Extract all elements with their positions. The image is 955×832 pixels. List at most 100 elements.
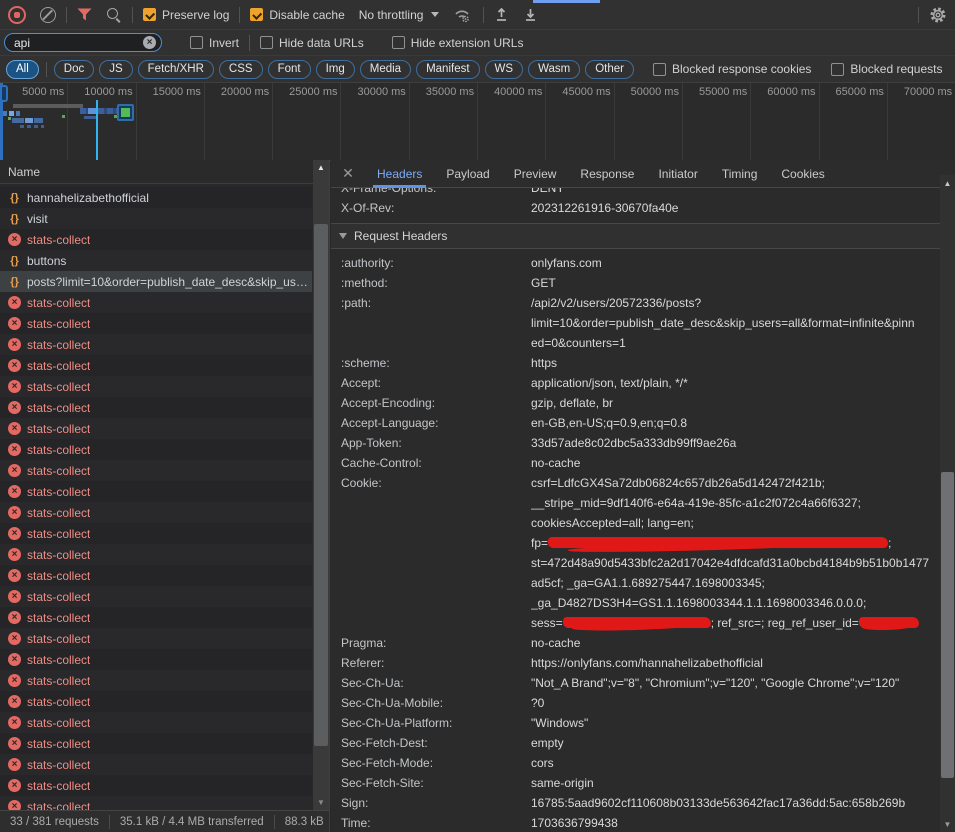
overview-timeline[interactable]: 5000 ms10000 ms15000 ms20000 ms25000 ms3…	[0, 83, 955, 161]
timeline-tick: 65000 ms	[820, 83, 888, 160]
type-filter-img[interactable]: Img	[316, 60, 355, 79]
request-row[interactable]: ×stats-collect	[0, 334, 312, 355]
settings-gear-icon[interactable]	[929, 6, 947, 24]
request-row[interactable]: ×stats-collect	[0, 712, 312, 733]
request-name: stats-collect	[27, 233, 90, 247]
hide-data-urls-checkbox[interactable]	[260, 36, 273, 49]
header-value: no-cache	[531, 453, 955, 473]
request-row[interactable]: {}posts?limit=10&order=publish_date_desc…	[0, 271, 312, 292]
record-button[interactable]	[8, 6, 26, 24]
clear-filter-icon[interactable]: ×	[143, 36, 156, 49]
request-row[interactable]: ×stats-collect	[0, 628, 312, 649]
request-row[interactable]: ×stats-collect	[0, 565, 312, 586]
requests-scrollbar[interactable]: ▲ ▼	[313, 160, 329, 810]
import-har-icon[interactable]	[494, 7, 509, 22]
request-row[interactable]: ×stats-collect	[0, 607, 312, 628]
invert-checkbox[interactable]	[190, 36, 203, 49]
request-row[interactable]: ×stats-collect	[0, 460, 312, 481]
type-filter-wasm[interactable]: Wasm	[528, 60, 580, 79]
preserve-log-checkbox[interactable]	[143, 8, 156, 21]
header-row: Sec-Ch-Ua:"Not_A Brand";v="8", "Chromium…	[331, 673, 955, 693]
request-row[interactable]: ×stats-collect	[0, 313, 312, 334]
type-filter-ws[interactable]: WS	[485, 60, 524, 79]
header-name: X-Frame-Options:	[341, 188, 531, 198]
request-row[interactable]: ×stats-collect	[0, 481, 312, 502]
request-row[interactable]: ×stats-collect	[0, 355, 312, 376]
type-filter-manifest[interactable]: Manifest	[416, 60, 479, 79]
clear-network-log-icon[interactable]	[40, 7, 56, 23]
request-headers-section-header[interactable]: Request Headers	[331, 223, 955, 249]
request-row[interactable]: ×stats-collect	[0, 502, 312, 523]
request-row[interactable]: ×stats-collect	[0, 229, 312, 250]
tab-initiator[interactable]: Initiator	[646, 160, 709, 188]
request-row[interactable]: {}buttons	[0, 250, 312, 271]
type-filter-doc[interactable]: Doc	[54, 60, 94, 79]
redaction-scribble	[859, 617, 919, 628]
tab-cookies[interactable]: Cookies	[769, 160, 836, 188]
header-name: Cache-Control:	[341, 453, 531, 473]
disable-cache-checkbox[interactable]	[250, 8, 263, 21]
type-filter-all[interactable]: All	[6, 60, 39, 79]
blocked-requests-checkbox[interactable]	[831, 63, 844, 76]
scrollbar-thumb[interactable]	[314, 224, 328, 746]
network-toolbar: Preserve log Disable cache No throttling	[0, 0, 955, 30]
tab-timing[interactable]: Timing	[710, 160, 770, 188]
request-row[interactable]: ×stats-collect	[0, 523, 312, 544]
type-filter-media[interactable]: Media	[360, 60, 411, 79]
tab-preview[interactable]: Preview	[502, 160, 569, 188]
request-row[interactable]: ×stats-collect	[0, 397, 312, 418]
type-filter-font[interactable]: Font	[268, 60, 311, 79]
request-failed-icon: ×	[8, 653, 21, 666]
request-row[interactable]: ×stats-collect	[0, 586, 312, 607]
header-value-line: GET	[531, 273, 955, 293]
blocked-response-cookies-checkbox[interactable]	[653, 63, 666, 76]
search-icon[interactable]	[106, 7, 122, 23]
request-row[interactable]: ×stats-collect	[0, 439, 312, 460]
tab-headers[interactable]: Headers	[365, 160, 434, 188]
type-filter-other[interactable]: Other	[585, 60, 634, 79]
request-failed-icon: ×	[8, 611, 21, 624]
request-row[interactable]: ×stats-collect	[0, 775, 312, 796]
request-name: stats-collect	[27, 653, 90, 667]
filter-input[interactable]	[14, 36, 143, 50]
filter-funnel-icon[interactable]	[77, 8, 92, 21]
network-conditions-icon[interactable]	[453, 7, 473, 23]
request-row[interactable]: {}hannahelizabethofficial	[0, 187, 312, 208]
tab-payload[interactable]: Payload	[434, 160, 501, 188]
request-failed-icon: ×	[8, 695, 21, 708]
request-row[interactable]: ×stats-collect	[0, 670, 312, 691]
scroll-up-arrow[interactable]: ▲	[313, 163, 329, 172]
request-row[interactable]: × stats-collect	[0, 649, 312, 670]
name-column-header[interactable]: Name	[0, 160, 329, 184]
export-har-icon[interactable]	[523, 7, 538, 22]
header-row: X-Frame-Options:DENY	[331, 188, 955, 198]
scroll-up-arrow[interactable]: ▲	[940, 179, 955, 188]
request-failed-icon: ×	[8, 464, 21, 477]
request-row[interactable]: ×stats-collect	[0, 292, 312, 313]
header-value-line: cookiesAccepted=all; lang=en;	[531, 513, 955, 533]
request-row[interactable]: ×stats-collect	[0, 733, 312, 754]
detail-scrollbar[interactable]: ▲ ▼	[940, 175, 955, 832]
filter-searchbox[interactable]: ×	[4, 33, 162, 52]
request-row[interactable]: ×stats-collect	[0, 418, 312, 439]
request-row[interactable]: ×stats-collect	[0, 544, 312, 565]
header-row: Cookie:csrf=LdfcGX4Sa72db06824c657db26a5…	[331, 473, 955, 633]
scrollbar-thumb[interactable]	[941, 472, 954, 778]
header-value: csrf=LdfcGX4Sa72db06824c657db26a5d142472…	[531, 473, 955, 633]
request-row[interactable]: × stats-collect	[0, 376, 312, 397]
request-row[interactable]: {}visit	[0, 208, 312, 229]
scroll-down-arrow[interactable]: ▼	[313, 798, 329, 807]
request-name: stats-collect	[27, 380, 90, 394]
scroll-down-arrow[interactable]: ▼	[940, 820, 955, 829]
hide-extension-urls-checkbox[interactable]	[392, 36, 405, 49]
request-row[interactable]: ×stats-collect	[0, 754, 312, 775]
request-failed-icon: ×	[8, 380, 21, 393]
request-row[interactable]: ×stats-collect	[0, 796, 312, 810]
type-filter-js[interactable]: JS	[99, 60, 132, 79]
type-filter-fetch-xhr[interactable]: Fetch/XHR	[138, 60, 214, 79]
throttling-dropdown[interactable]: No throttling	[359, 8, 424, 22]
close-icon[interactable]: ✕	[331, 165, 365, 182]
type-filter-css[interactable]: CSS	[219, 60, 263, 79]
request-row[interactable]: ×stats-collect	[0, 691, 312, 712]
tab-response[interactable]: Response	[568, 160, 646, 188]
